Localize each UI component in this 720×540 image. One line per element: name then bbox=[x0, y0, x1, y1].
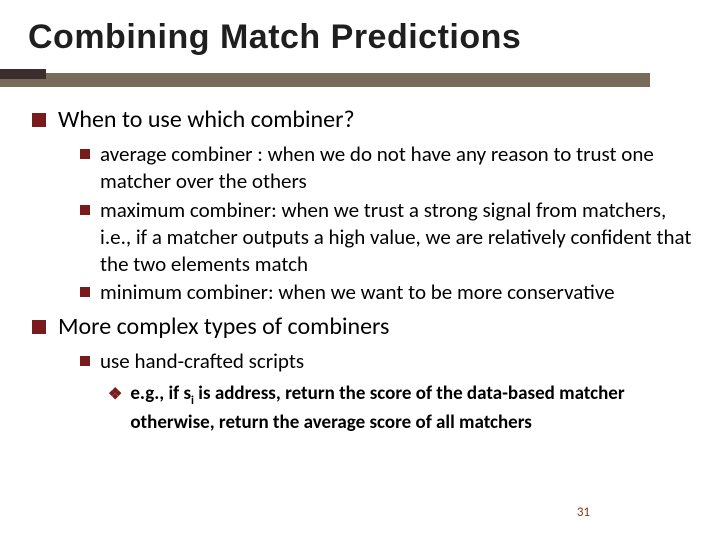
square-bullet-icon bbox=[80, 149, 90, 159]
bullet-level3: ❖ e.g., if si is address, return the sco… bbox=[108, 381, 692, 435]
bullet-text: use hand-crafted scripts bbox=[100, 348, 304, 375]
sub-bullet-group: use hand-crafted scripts bbox=[80, 348, 692, 375]
sub-bullet-group: average combiner : when we do not have a… bbox=[80, 141, 692, 306]
bullet-text: When to use which combiner? bbox=[58, 105, 355, 135]
text-fragment: e.g., if s bbox=[130, 382, 191, 405]
divider-accent bbox=[0, 69, 46, 79]
square-bullet-icon bbox=[80, 205, 90, 215]
bullet-text: e.g., if si is address, return the score… bbox=[130, 381, 692, 435]
bullet-level1: When to use which combiner? bbox=[32, 105, 692, 135]
square-bullet-icon bbox=[32, 320, 46, 334]
square-bullet-icon bbox=[80, 287, 90, 297]
bullet-text: maximum combiner: when we trust a strong… bbox=[100, 197, 692, 278]
bullet-text: More complex types of combiners bbox=[58, 312, 389, 342]
square-bullet-icon bbox=[80, 356, 90, 366]
sub-sub-bullet-group: ❖ e.g., if si is address, return the sco… bbox=[108, 381, 692, 435]
slide-body: When to use which combiner? average comb… bbox=[28, 105, 692, 435]
square-bullet-icon bbox=[32, 113, 46, 127]
bullet-level2: maximum combiner: when we trust a strong… bbox=[80, 197, 692, 278]
divider-bar bbox=[0, 73, 650, 87]
diamond-bullet-icon: ❖ bbox=[108, 384, 122, 405]
text-fragment: is address, return the score of the data… bbox=[130, 382, 624, 434]
page-number: 31 bbox=[577, 505, 590, 520]
bullet-text: average combiner : when we do not have a… bbox=[100, 141, 692, 195]
slide: Combining Match Predictions When to use … bbox=[0, 0, 720, 540]
bullet-level1: More complex types of combiners bbox=[32, 312, 692, 342]
bullet-level2: minimum combiner: when we want to be mor… bbox=[80, 279, 692, 306]
bullet-level2: use hand-crafted scripts bbox=[80, 348, 692, 375]
title-divider bbox=[0, 69, 720, 87]
bullet-text: minimum combiner: when we want to be mor… bbox=[100, 279, 615, 306]
bullet-level2: average combiner : when we do not have a… bbox=[80, 141, 692, 195]
slide-title: Combining Match Predictions bbox=[28, 18, 692, 57]
